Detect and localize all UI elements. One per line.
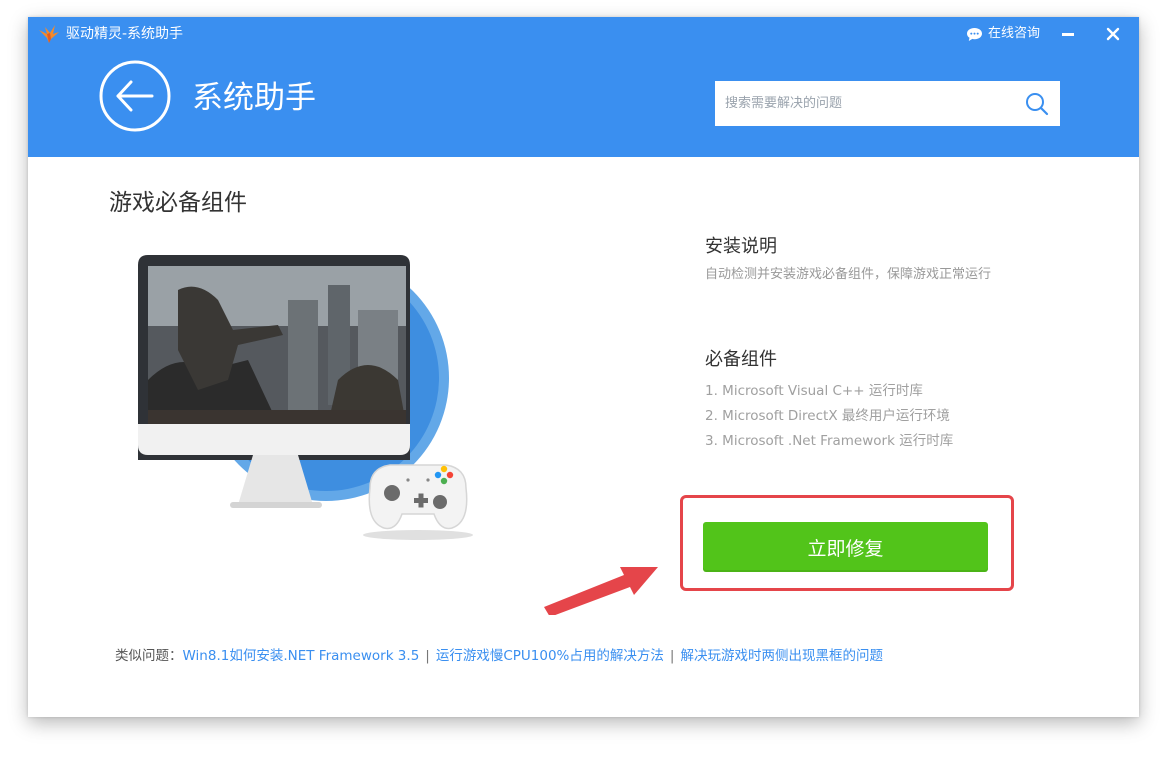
minimize-button[interactable] [1057,23,1079,45]
page-title: 系统助手 [192,80,316,116]
close-icon [1106,27,1120,41]
header-bar: 驱动精灵-系统助手 在线咨询 系统助手 [28,17,1139,157]
search-input[interactable] [715,81,1005,126]
list-item: 3. Microsoft .Net Framework 运行时库 [705,433,954,449]
app-window: 驱动精灵-系统助手 在线咨询 系统助手 搜索需要解决的问题 游戏必备组件 安装说… [28,17,1139,717]
separator: | [425,648,430,664]
back-arrow-icon [116,80,154,112]
back-button[interactable] [98,59,172,133]
chat-bubble-icon [967,27,982,41]
install-description: 自动检测并安装游戏必备组件，保障游戏正常运行 [705,267,992,282]
install-heading: 安装说明 [705,236,777,257]
minimize-icon [1062,33,1074,36]
red-arrow-icon [544,567,658,615]
related-link-net-framework[interactable]: Win8.1如何安装.NET Framework 3.5 [183,648,420,664]
app-title: 驱动精灵-系统助手 [66,26,184,42]
components-list: 1. Microsoft Visual C++ 运行时库 2. Microsof… [705,379,953,454]
gamepad-icon [363,464,473,540]
game-illustration [138,255,473,540]
online-consult-button[interactable]: 在线咨询 [966,25,1040,43]
search-icon[interactable] [1025,92,1049,116]
section-title: 游戏必备组件 [109,190,247,216]
components-heading: 必备组件 [705,349,777,370]
fix-now-button[interactable]: 立即修复 [703,522,988,572]
search-box [715,81,1060,126]
close-button[interactable] [1102,23,1124,45]
related-link-black-borders[interactable]: 解决玩游戏时两侧出现黑框的问题 [680,648,883,664]
list-item: 2. Microsoft DirectX 最终用户运行环境 [705,408,950,424]
related-link-cpu-usage[interactable]: 运行游戏慢CPU100%占用的解决方法 [436,648,664,664]
related-questions: 类似问题：Win8.1如何安装.NET Framework 3.5 | 运行游戏慢C… [115,646,883,666]
separator: | [669,648,675,664]
consult-label: 在线咨询 [988,26,1041,41]
list-item: 1. Microsoft Visual C++ 运行时库 [705,383,923,399]
bird-logo-icon [39,25,59,43]
related-label: 类似问题： [115,648,183,664]
